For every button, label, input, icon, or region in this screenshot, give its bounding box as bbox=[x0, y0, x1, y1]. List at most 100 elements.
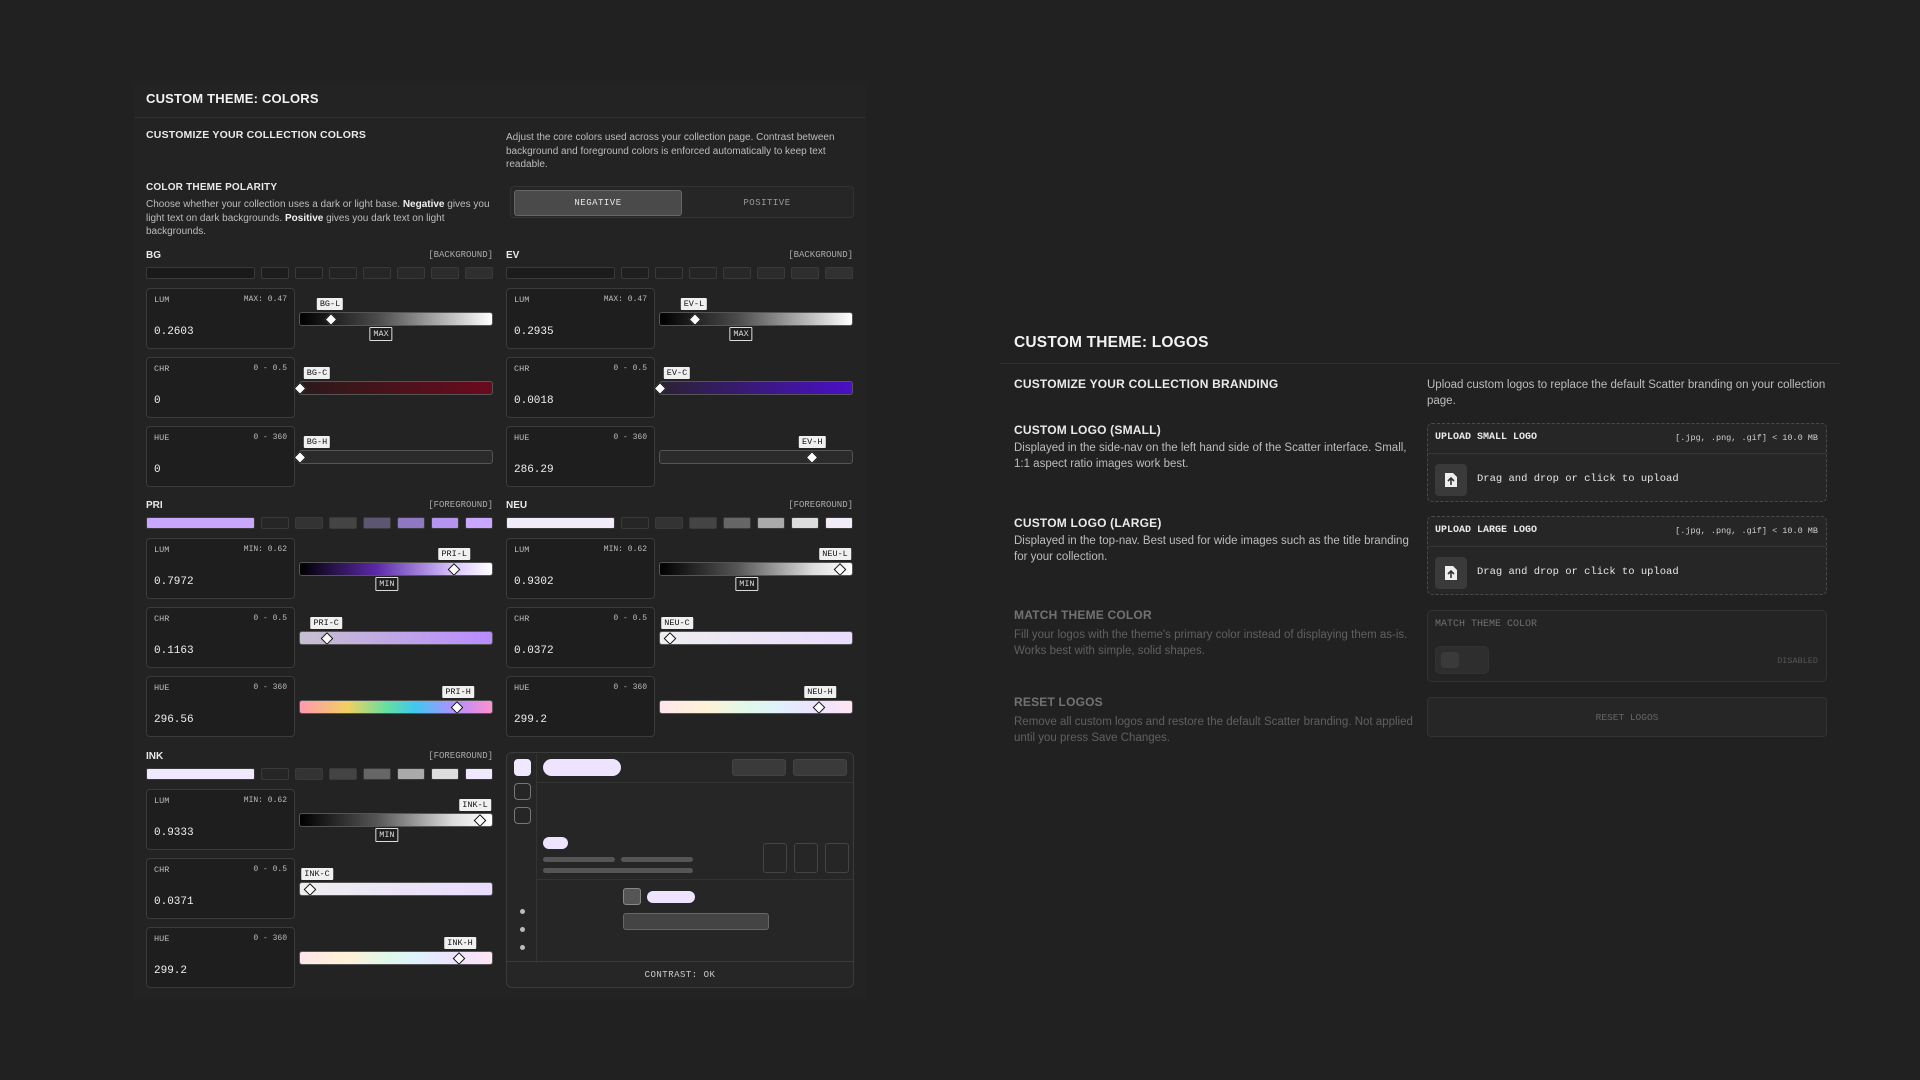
color-swatch[interactable] bbox=[295, 267, 323, 279]
polarity-title: COLOR THEME POLARITY bbox=[146, 182, 278, 193]
field-pri-h[interactable]: HUE 0 - 360 296.56 bbox=[146, 676, 295, 737]
polarity-positive-button[interactable]: POSITIVE bbox=[683, 190, 851, 216]
color-swatch[interactable] bbox=[621, 517, 649, 529]
field-bg-h[interactable]: HUE 0 - 360 0 bbox=[146, 426, 295, 487]
color-swatch[interactable] bbox=[506, 267, 615, 279]
color-swatch[interactable] bbox=[329, 267, 357, 279]
slider-tag: PRI-C bbox=[310, 617, 342, 629]
field-ev-l[interactable]: LUM MAX: 0.47 0.2935 bbox=[506, 288, 655, 349]
color-swatch[interactable] bbox=[397, 768, 425, 780]
slider-ink-l[interactable] bbox=[299, 813, 493, 827]
color-swatch[interactable] bbox=[465, 768, 493, 780]
slider-thumb[interactable] bbox=[834, 563, 847, 576]
color-swatch[interactable] bbox=[791, 267, 819, 279]
color-swatch[interactable] bbox=[825, 267, 853, 279]
upload-large-dropzone[interactable]: Drag and drop or click to upload bbox=[1428, 546, 1826, 595]
slider-thumb[interactable] bbox=[663, 632, 676, 645]
slider-pri-l[interactable] bbox=[299, 562, 493, 576]
slider-pri-h[interactable] bbox=[299, 700, 493, 714]
slider-ev-c[interactable] bbox=[653, 381, 853, 395]
color-swatch[interactable] bbox=[825, 517, 853, 529]
slider-thumb[interactable] bbox=[324, 313, 338, 326]
field-bg-l[interactable]: LUM MAX: 0.47 0.2603 bbox=[146, 288, 295, 349]
color-swatch[interactable] bbox=[261, 768, 289, 780]
field-ink-l[interactable]: LUM MIN: 0.62 0.9333 bbox=[146, 789, 295, 850]
color-swatch[interactable] bbox=[431, 267, 459, 279]
color-swatch[interactable] bbox=[261, 267, 289, 279]
color-swatch[interactable] bbox=[723, 267, 751, 279]
slider-thumb[interactable] bbox=[451, 701, 464, 714]
field-bg-c[interactable]: CHR 0 - 0.5 0 bbox=[146, 357, 295, 418]
color-swatch[interactable] bbox=[431, 768, 459, 780]
slider-thumb[interactable] bbox=[452, 952, 466, 965]
color-swatch[interactable] bbox=[397, 517, 425, 529]
preview-divider bbox=[537, 782, 853, 783]
color-swatch[interactable] bbox=[757, 267, 785, 279]
group-role: [FOREGROUND] bbox=[428, 751, 493, 761]
slider-bg-l[interactable] bbox=[299, 312, 493, 326]
color-swatch[interactable] bbox=[329, 517, 357, 529]
color-swatch[interactable] bbox=[329, 768, 357, 780]
large-logo-desc: Displayed in the top-nav. Best used for … bbox=[1014, 535, 1409, 563]
color-swatch[interactable] bbox=[363, 768, 391, 780]
color-swatch[interactable] bbox=[465, 267, 493, 279]
color-swatch[interactable] bbox=[146, 768, 255, 780]
slider-thumb[interactable] bbox=[474, 814, 487, 827]
slider-pri-c[interactable] bbox=[299, 631, 493, 645]
color-swatch[interactable] bbox=[146, 517, 255, 529]
color-swatch[interactable] bbox=[621, 267, 649, 279]
color-swatch[interactable] bbox=[146, 267, 255, 279]
color-swatch[interactable] bbox=[431, 517, 459, 529]
slider-ev-l[interactable] bbox=[659, 312, 853, 326]
color-swatch[interactable] bbox=[261, 517, 289, 529]
slider-thumb[interactable] bbox=[303, 883, 316, 896]
slider-thumb[interactable] bbox=[320, 632, 334, 645]
color-swatch[interactable] bbox=[655, 517, 683, 529]
field-pri-l[interactable]: LUM MIN: 0.62 0.7972 bbox=[146, 538, 295, 599]
color-swatch[interactable] bbox=[397, 267, 425, 279]
slider-neu-h[interactable] bbox=[659, 700, 853, 714]
upload-small-logo[interactable]: UPLOAD SMALL LOGO [.jpg, .png, .gif] < 1… bbox=[1427, 423, 1827, 502]
slider-ink-h[interactable] bbox=[299, 951, 493, 965]
color-swatch[interactable] bbox=[363, 517, 391, 529]
color-swatch[interactable] bbox=[655, 267, 683, 279]
field-neu-l[interactable]: LUM MIN: 0.62 0.9302 bbox=[506, 538, 655, 599]
slider-neu-c[interactable] bbox=[659, 631, 853, 645]
slider-thumb[interactable] bbox=[447, 563, 460, 576]
slider-tag: BG-L bbox=[316, 298, 344, 310]
field-neu-c[interactable]: CHR 0 - 0.5 0.0372 bbox=[506, 607, 655, 668]
field-ev-c[interactable]: CHR 0 - 0.5 0.0018 bbox=[506, 357, 655, 418]
slider-tag: INK-L bbox=[459, 799, 491, 811]
color-swatch[interactable] bbox=[295, 517, 323, 529]
color-swatch[interactable] bbox=[757, 517, 785, 529]
slider-neu-l[interactable] bbox=[659, 562, 853, 576]
slider-thumb[interactable] bbox=[805, 451, 819, 464]
slider-ink-c[interactable] bbox=[299, 882, 493, 896]
upload-small-dropzone[interactable]: Drag and drop or click to upload bbox=[1428, 453, 1826, 502]
color-swatch[interactable] bbox=[506, 517, 615, 529]
upload-large-logo[interactable]: UPLOAD LARGE LOGO [.jpg, .png, .gif] < 1… bbox=[1427, 516, 1827, 595]
field-ev-h[interactable]: HUE 0 - 360 286.29 bbox=[506, 426, 655, 487]
slider-bg-h[interactable] bbox=[293, 450, 493, 464]
field-neu-h[interactable]: HUE 0 - 360 299.2 bbox=[506, 676, 655, 737]
color-swatch[interactable] bbox=[791, 517, 819, 529]
polarity-negative-button[interactable]: NEGATIVE bbox=[514, 190, 682, 216]
color-swatch[interactable] bbox=[689, 267, 717, 279]
field-pri-c[interactable]: CHR 0 - 0.5 0.1163 bbox=[146, 607, 295, 668]
color-swatch[interactable] bbox=[723, 517, 751, 529]
slider-ev-h[interactable] bbox=[659, 450, 853, 464]
small-logo-desc: Displayed in the side-nav on the left ha… bbox=[1014, 442, 1407, 470]
field-ink-c[interactable]: CHR 0 - 0.5 0.0371 bbox=[146, 858, 295, 919]
slider-tag: NEU-C bbox=[661, 617, 693, 629]
color-swatch[interactable] bbox=[689, 517, 717, 529]
match-theme-toggle[interactable] bbox=[1435, 646, 1489, 674]
color-swatch[interactable] bbox=[363, 267, 391, 279]
color-swatch[interactable] bbox=[295, 768, 323, 780]
slider-bg-c[interactable] bbox=[293, 381, 493, 395]
field-label: CHR bbox=[154, 614, 170, 624]
field-ink-h[interactable]: HUE 0 - 360 299.2 bbox=[146, 927, 295, 988]
slider-thumb[interactable] bbox=[688, 313, 701, 326]
slider-thumb[interactable] bbox=[812, 701, 826, 714]
color-swatch[interactable] bbox=[465, 517, 493, 529]
reset-logos-button[interactable]: RESET LOGOS bbox=[1427, 697, 1827, 737]
